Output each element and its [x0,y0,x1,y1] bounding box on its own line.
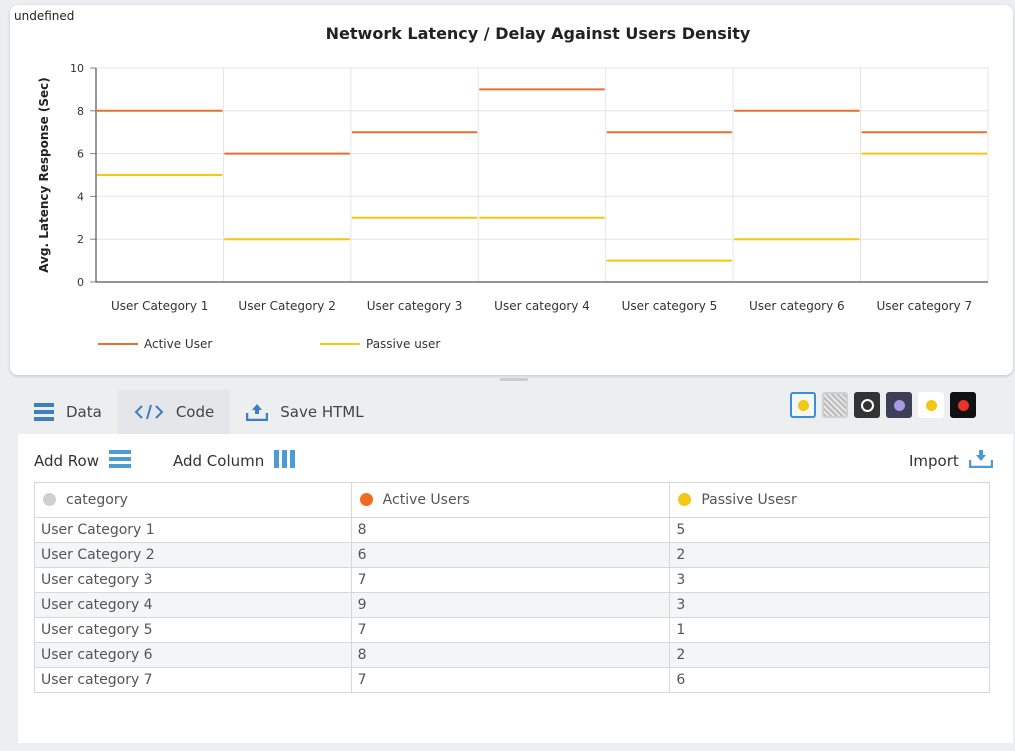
value-cell[interactable]: 3 [669,592,990,618]
value-cell[interactable]: 8 [350,517,671,543]
y-axis-label: Avg. Latency Response (Sec) [37,77,51,273]
x-tick-label: User category 6 [749,299,845,313]
x-tick-label: User category 3 [367,299,463,313]
theme-ring-swatch[interactable] [854,392,880,418]
rows-icon [109,450,132,472]
swatch-dot [797,399,809,411]
tab-bar: Data Code Save HTML [18,390,380,434]
y-tick-label: 0 [77,276,84,289]
column-header-label: category [66,492,128,508]
theme-pattern-swatch[interactable] [822,392,848,418]
value-cell[interactable]: 2 [669,642,990,668]
category-cell[interactable]: User category 6 [34,642,352,668]
y-tick-label: 6 [77,148,84,161]
value-cell[interactable]: 5 [669,517,990,543]
import-button[interactable]: Import [909,450,994,472]
theme-purple-swatch[interactable] [886,392,912,418]
value-cell[interactable]: 3 [669,567,990,593]
swatch-dot [957,399,969,411]
category-cell[interactable]: User category 5 [34,617,352,643]
tab-code[interactable]: Code [117,390,231,434]
theme-light-swatch[interactable] [918,392,944,418]
category-cell[interactable]: User Category 2 [34,542,352,568]
columns-icon [274,450,296,472]
resize-handle[interactable] [500,378,528,381]
legend-label: Passive user [366,337,440,351]
value-cell[interactable]: 7 [350,567,671,593]
value-cell[interactable]: 7 [350,617,671,643]
column-header-active-users[interactable]: Active Users [350,482,671,518]
swatch-dot [893,399,905,411]
theme-red-swatch[interactable] [950,392,976,418]
tab-save-html[interactable]: Save HTML [230,390,379,434]
download-icon [968,450,994,472]
y-tick-label: 2 [77,233,84,246]
theme-selector [790,392,976,418]
x-tick-label: User Category 1 [111,299,208,313]
swatch-dot [925,399,937,411]
table-icon [34,403,54,421]
y-tick-label: 10 [70,62,84,75]
value-cell[interactable]: 7 [350,667,671,693]
table-row: User Category 185 [34,517,990,543]
table-row: User category 776 [34,667,990,693]
column-header-label: Passive Usesr [701,492,797,508]
category-cell[interactable]: User category 7 [34,667,352,693]
value-cell[interactable]: 6 [669,667,990,693]
add-column-label: Add Column [173,452,265,470]
add-column-button[interactable]: Add Column [173,450,296,472]
add-row-button[interactable]: Add Row [34,450,132,472]
add-row-label: Add Row [34,452,100,470]
category-cell[interactable]: User category 4 [34,592,352,618]
chart-card: undefined Network Latency / Delay Agains… [10,5,1013,375]
x-tick-label: User category 5 [622,299,718,313]
x-tick-label: User Category 2 [238,299,335,313]
column-header-passive-users[interactable]: Passive Usesr [669,482,990,518]
table-header-row: category Active Users Passive Usesr [34,482,990,518]
table-row: User Category 262 [34,542,990,568]
table-row: User category 571 [34,617,990,643]
column-color-dot [678,493,692,506]
value-cell[interactable]: 9 [350,592,671,618]
column-header-label: Active Users [382,492,470,508]
value-cell[interactable]: 2 [669,542,990,568]
value-cell[interactable]: 8 [350,642,671,668]
category-cell[interactable]: User Category 1 [34,517,352,543]
category-cell[interactable]: User category 3 [34,567,352,593]
upload-icon [246,403,269,421]
x-tick-label: User category 4 [494,299,590,313]
data-panel: Add Row Add Column Import category Activ… [18,434,1013,743]
tab-code-label: Code [175,403,215,421]
value-cell[interactable]: 1 [669,617,990,643]
code-icon [134,403,164,421]
tab-save-html-label: Save HTML [280,403,364,421]
column-color-dot [359,493,373,506]
table-row: User category 682 [34,642,990,668]
chart-title: Network Latency / Delay Against Users De… [326,24,751,43]
column-color-dot [43,493,56,506]
legend-label: Active User [144,337,212,351]
tab-data-label: Data [66,403,102,421]
import-label: Import [909,452,959,470]
latency-chart: Network Latency / Delay Against Users De… [37,24,989,351]
table-row: User category 493 [34,592,990,618]
data-table: category Active Users Passive Usesr User… [34,482,990,693]
y-tick-label: 8 [77,105,84,118]
x-tick-label: User category 7 [876,299,972,313]
tab-data[interactable]: Data [18,390,118,434]
column-header-category[interactable]: category [34,482,352,518]
theme-yellow-swatch[interactable] [790,392,816,418]
table-row: User category 373 [34,567,990,593]
y-tick-label: 4 [77,190,84,203]
table-body: User Category 1 8 5 User Category 2 6 2 User c… [34,517,990,693]
value-cell[interactable]: 6 [350,542,671,568]
swatch-dot [860,398,874,412]
